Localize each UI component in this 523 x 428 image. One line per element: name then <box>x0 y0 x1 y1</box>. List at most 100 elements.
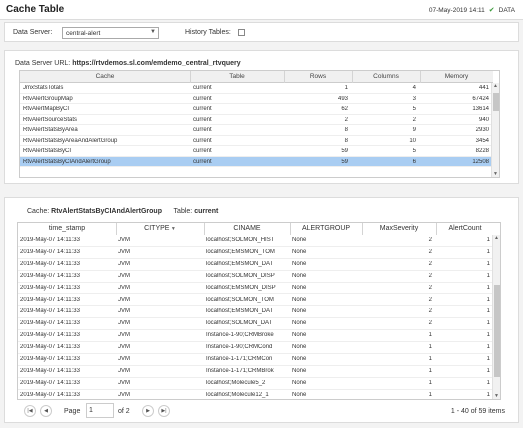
table-row[interactable]: 2019-May-07 14:11:33 JVM localhost;SOLMON_… <box>18 235 494 247</box>
column-divider[interactable] <box>352 71 353 83</box>
table-row[interactable]: 2019-May-07 14:11:33 JVM Instance-1-171;CR… <box>18 354 494 366</box>
server-url-label: Data Server URL: <box>15 60 71 67</box>
table-row[interactable]: RtvAlertStatsByCIAndAlertGroup current 59 6… <box>20 156 493 167</box>
column-header[interactable]: MaxSeverity <box>362 225 436 232</box>
table-row[interactable]: RtvAlertStatsByCI current 59 5 8228 <box>20 146 493 157</box>
table-cell: current <box>193 148 212 154</box>
table-cell: 2 <box>428 260 432 267</box>
vertical-scrollbar[interactable]: ▲ ▼ <box>491 83 499 177</box>
table-cell: None <box>292 260 307 267</box>
column-divider[interactable] <box>116 223 117 235</box>
column-header[interactable]: Cache <box>20 73 190 80</box>
table-cell: 2019-May-07 14:11:33 <box>20 356 80 362</box>
table-cell: None <box>292 308 307 315</box>
first-page-button[interactable]: |◀ <box>24 405 36 417</box>
column-header[interactable]: Table <box>190 73 284 80</box>
history-tables-checkbox[interactable] <box>238 29 245 36</box>
column-divider[interactable] <box>204 223 205 235</box>
sort-icon[interactable]: ▼ <box>169 226 176 232</box>
scroll-down-icon[interactable]: ▼ <box>493 171 498 177</box>
table-row[interactable]: RtvAlertSourceStats current 2 2 940 <box>20 115 493 125</box>
scroll-up-icon[interactable]: ▲ <box>494 235 499 241</box>
scroll-down-icon[interactable]: ▼ <box>494 393 499 399</box>
table-cell: 1 <box>486 320 490 327</box>
table-cell: current <box>193 137 212 144</box>
column-divider[interactable] <box>362 223 363 235</box>
table-cell: RtvAlertStatsByCI <box>23 148 72 154</box>
table-cell: JVM <box>118 320 130 327</box>
table-row[interactable]: 2019-May-07 14:11:33 JVM localhost;Molecul… <box>18 390 494 399</box>
table-row[interactable]: 2019-May-07 14:11:33 JVM localhost;EMSMON_… <box>18 259 494 271</box>
table-cell: JVM <box>118 248 130 255</box>
column-divider[interactable] <box>436 223 437 235</box>
column-header[interactable]: Columns <box>352 73 420 80</box>
table-row[interactable]: RtvAlertStatsByAreaAndAlertGroup current 8… <box>20 136 493 146</box>
prev-page-button[interactable]: ◀ <box>40 405 52 417</box>
table-cell: JVM <box>118 284 130 291</box>
table-cell: 493 <box>337 95 348 102</box>
table-cell: 6 <box>412 158 416 165</box>
table-cell: None <box>292 379 307 386</box>
chevron-down-icon: ▼ <box>150 29 156 35</box>
table-cell: 2 <box>428 248 432 255</box>
table-cell: 1 <box>486 332 490 339</box>
table-row[interactable]: RtvAlertGroupMap current 493 3 67424 <box>20 94 493 104</box>
table-cell: None <box>292 332 307 339</box>
column-header[interactable]: Memory <box>420 73 493 80</box>
table-cell: 2 <box>428 237 432 243</box>
table-cell: 1 <box>486 367 490 374</box>
page-input[interactable]: 1 <box>86 403 114 418</box>
table-row[interactable]: 2019-May-07 14:11:33 JVM localhost;EMSMON_… <box>18 283 494 295</box>
table-cell: 2 <box>428 272 432 279</box>
column-header[interactable]: time_stamp <box>18 225 116 232</box>
table-cell: 67424 <box>472 95 489 102</box>
table-cell: current <box>193 127 212 133</box>
table-cell: 62 <box>341 106 348 112</box>
table-row[interactable]: 2019-May-07 14:11:33 JVM localhost;EMSMON_… <box>18 247 494 259</box>
table-cell: localhost;SOLMON_DAT <box>206 320 273 327</box>
table-row[interactable]: 2019-May-07 14:11:33 JVM Instance-1-90;CRM… <box>18 342 494 354</box>
table-cell: current <box>193 106 212 112</box>
table-row[interactable]: 2019-May-07 14:11:33 JVM localhost;EMSMON_… <box>18 306 494 319</box>
scrollbar-thumb[interactable] <box>494 285 500 377</box>
table-cell: 1 <box>344 85 348 91</box>
table-row[interactable]: 2019-May-07 14:11:33 JVM localhost;SOLMON_… <box>18 295 494 307</box>
table-row[interactable]: 2019-May-07 14:11:33 JVM Instance-1-171;CR… <box>18 366 494 378</box>
column-divider[interactable] <box>284 71 285 83</box>
column-header[interactable]: AlertCount <box>436 225 494 232</box>
table-cell: JVM <box>118 332 130 339</box>
table-cell: None <box>292 344 307 351</box>
column-divider[interactable] <box>290 223 291 235</box>
scroll-up-icon[interactable]: ▲ <box>493 83 498 89</box>
table-cell: Instance-1-171;CRMBrok <box>206 367 274 374</box>
table-row[interactable]: RtvAlertMapByCI current 62 5 13614 <box>20 104 493 115</box>
vertical-scrollbar[interactable]: ▲ ▼ <box>492 235 500 399</box>
table-cell: 1 <box>486 344 490 351</box>
table-row[interactable]: 2019-May-07 14:11:33 JVM localhost;SOLMON_… <box>18 271 494 283</box>
table-cell: 1 <box>486 308 490 315</box>
column-header[interactable]: Rows <box>284 73 352 80</box>
column-header[interactable]: ALERTGROUP <box>290 225 362 232</box>
table-cell: 1 <box>428 391 432 398</box>
data-server-select[interactable]: central-alert ▼ <box>62 27 159 39</box>
next-page-button[interactable]: ▶ <box>142 405 154 417</box>
table-cell: Instance-1-171;CRMCon <box>206 356 273 362</box>
table-cell: 1 <box>486 237 490 243</box>
table-row[interactable]: JmxStatsTotals current 1 4 441 <box>20 83 493 94</box>
column-header[interactable]: CINAME <box>204 225 290 232</box>
column-header[interactable]: CITYPE ▼ <box>116 225 204 232</box>
table-cell: JVM <box>118 379 130 386</box>
column-divider[interactable] <box>190 71 191 83</box>
table-row[interactable]: RtvAlertStatsByArea current 8 9 2930 <box>20 125 493 136</box>
table-cell: localhost;Molecule5_2 <box>206 379 266 386</box>
table-row[interactable]: 2019-May-07 14:11:33 JVM localhost;Molecul… <box>18 378 494 390</box>
table-row[interactable]: 2019-May-07 14:11:33 JVM Instance-1-90;CRM… <box>18 330 494 343</box>
last-page-button[interactable]: ▶| <box>158 405 170 417</box>
table-cell: 940 <box>478 116 489 123</box>
table-cell: None <box>292 272 307 279</box>
table-row[interactable]: 2019-May-07 14:11:33 JVM localhost;SOLMON_… <box>18 318 494 331</box>
table-cell: 8 <box>344 127 348 133</box>
column-divider[interactable] <box>420 71 421 83</box>
scrollbar-thumb[interactable] <box>493 93 499 111</box>
page-of-label: of 2 <box>118 408 130 415</box>
